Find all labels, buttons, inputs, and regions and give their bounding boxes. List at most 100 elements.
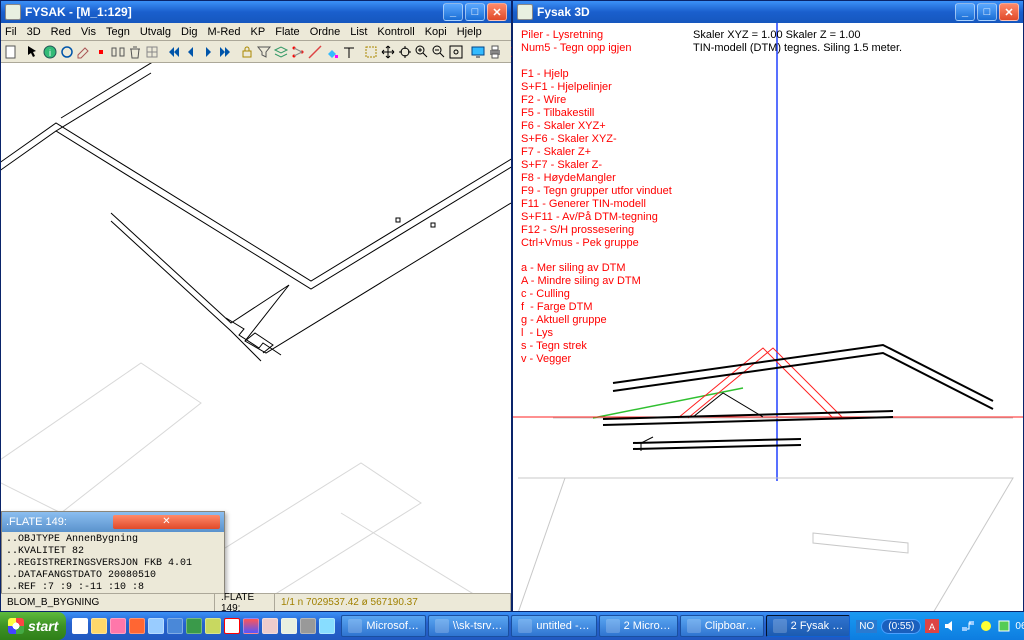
app-icon-5[interactable] <box>300 618 316 634</box>
app-icon-2[interactable] <box>224 618 240 634</box>
task-item[interactable]: Clipboar… <box>680 615 764 637</box>
filter-icon[interactable] <box>256 43 272 61</box>
tray-icon-3[interactable] <box>997 619 1011 633</box>
word-icon[interactable] <box>167 618 183 634</box>
help-line: l - Lys <box>521 327 672 340</box>
task-item[interactable]: 2 Fysak … <box>766 615 851 637</box>
network-icon[interactable] <box>961 619 975 633</box>
tray-icon-1[interactable]: A <box>925 619 939 633</box>
fysak3d-titlebar[interactable]: Fysak 3D _ □ ✕ <box>513 1 1023 23</box>
merge-icon[interactable] <box>110 43 126 61</box>
draw-line-icon[interactable] <box>307 43 323 61</box>
grid-icon[interactable] <box>144 43 160 61</box>
lock-icon[interactable] <box>239 43 255 61</box>
help-line: F9 - Tegn grupper utfor vinduet <box>521 185 672 198</box>
app-icon-6[interactable] <box>319 618 335 634</box>
app-icon-3[interactable] <box>243 618 259 634</box>
menu-vis[interactable]: Vis <box>81 26 96 38</box>
tree-icon[interactable] <box>290 43 306 61</box>
app-icon-1[interactable] <box>205 618 221 634</box>
menu-kopi[interactable]: Kopi <box>425 26 447 38</box>
screen-icon[interactable] <box>470 43 486 61</box>
color-fill-icon[interactable] <box>324 43 340 61</box>
menu-tegn[interactable]: Tegn <box>106 26 130 38</box>
quick-launch <box>66 618 341 634</box>
move-icon[interactable] <box>380 43 396 61</box>
menu-fil[interactable]: Fil <box>5 26 17 38</box>
close-button[interactable]: ✕ <box>487 3 507 21</box>
flate-close-button[interactable]: ✕ <box>113 515 220 529</box>
zoom-out-icon[interactable] <box>431 43 447 61</box>
menu-red[interactable]: Red <box>51 26 71 38</box>
menu-m-red[interactable]: M-Red <box>208 26 241 38</box>
menubar: Fil 3D Red Vis Tegn Utvalg Dig M-Red KP Flate Ordn… <box>1 23 511 41</box>
menu-list[interactable]: List <box>350 26 367 38</box>
flate-popup-title: .FLATE 149: <box>6 516 113 528</box>
help-line: F1 - Hjelp <box>521 68 672 81</box>
menu-flate[interactable]: Flate <box>275 26 299 38</box>
help-line: F5 - Tilbakestill <box>521 107 672 120</box>
mail-icon[interactable] <box>148 618 164 634</box>
help-line: g - Aktuell gruppe <box>521 314 672 327</box>
next-icon[interactable] <box>200 43 216 61</box>
menu-hjelp[interactable]: Hjelp <box>457 26 482 38</box>
minimize-button[interactable]: _ <box>955 3 975 21</box>
pointer-icon[interactable] <box>25 43 41 61</box>
flate-popup-titlebar[interactable]: .FLATE 149: ✕ <box>2 512 224 532</box>
print-icon[interactable] <box>487 43 503 61</box>
zoom-in-icon[interactable] <box>414 43 430 61</box>
language-indicator[interactable]: NO <box>856 620 877 633</box>
zoom-extent-icon[interactable] <box>448 43 464 61</box>
help-line: Num5 - Tegn opp igjen <box>521 42 672 55</box>
close-button[interactable]: ✕ <box>999 3 1019 21</box>
media-icon[interactable] <box>110 618 126 634</box>
app-icon-4[interactable] <box>262 618 278 634</box>
fysak-launch-icon[interactable] <box>281 618 297 634</box>
timer-pill[interactable]: (0:55) <box>881 619 921 634</box>
task-item[interactable]: Microsof… <box>341 615 426 637</box>
circle-icon[interactable] <box>59 43 75 61</box>
select-rect-icon[interactable] <box>363 43 379 61</box>
menu-utvalg[interactable]: Utvalg <box>140 26 171 38</box>
excel-icon[interactable] <box>186 618 202 634</box>
help-line: c - Culling <box>521 288 672 301</box>
target-icon[interactable] <box>397 43 413 61</box>
ie-icon[interactable] <box>72 618 88 634</box>
maximize-button[interactable]: □ <box>977 3 997 21</box>
new-icon[interactable] <box>3 43 19 61</box>
start-button[interactable]: start <box>0 612 66 640</box>
help-line: F12 - S/H prossesering <box>521 224 672 237</box>
firefox-icon[interactable] <box>129 618 145 634</box>
menu-kontroll[interactable]: Kontroll <box>377 26 414 38</box>
edit-icon[interactable] <box>76 43 92 61</box>
flate-popup[interactable]: .FLATE 149: ✕ ..OBJTYPE AnnenBygning ..K… <box>1 511 225 593</box>
maximize-button[interactable]: □ <box>465 3 485 21</box>
help-line: a - Mer siling av DTM <box>521 262 672 275</box>
task-item[interactable]: untitled -… <box>511 615 596 637</box>
menu-ordne[interactable]: Ordne <box>310 26 341 38</box>
prev-fast-icon[interactable] <box>166 43 182 61</box>
layers-icon[interactable] <box>273 43 289 61</box>
menu-3d[interactable]: 3D <box>27 26 41 38</box>
trash-icon[interactable] <box>127 43 143 61</box>
volume-icon[interactable] <box>943 619 957 633</box>
node-icon[interactable] <box>93 43 109 61</box>
minimize-button[interactable]: _ <box>443 3 463 21</box>
task-item[interactable]: 2 Micro… <box>599 615 678 637</box>
fysak-canvas[interactable]: .FLATE 149: ✕ ..OBJTYPE AnnenBygning ..K… <box>1 63 511 593</box>
next-fast-icon[interactable] <box>217 43 233 61</box>
help-line: v - Vegger <box>521 353 672 366</box>
fysak3d-canvas[interactable]: Piler - LysretningNum5 - Tegn opp igjen … <box>513 23 1023 611</box>
help-line <box>521 249 672 262</box>
menu-kp[interactable]: KP <box>251 26 266 38</box>
clock[interactable]: 06:57 <box>1015 621 1024 632</box>
tray-icon-2[interactable] <box>979 619 993 633</box>
help-line: F7 - Skaler Z+ <box>521 146 672 159</box>
info-icon[interactable]: i <box>42 43 58 61</box>
fysak-titlebar[interactable]: FYSAK - [M_1:129] _ □ ✕ <box>1 1 511 23</box>
prev-icon[interactable] <box>183 43 199 61</box>
explorer-icon[interactable] <box>91 618 107 634</box>
text-icon[interactable] <box>341 43 357 61</box>
menu-dig[interactable]: Dig <box>181 26 198 38</box>
task-item[interactable]: \\sk-tsrv… <box>428 615 510 637</box>
